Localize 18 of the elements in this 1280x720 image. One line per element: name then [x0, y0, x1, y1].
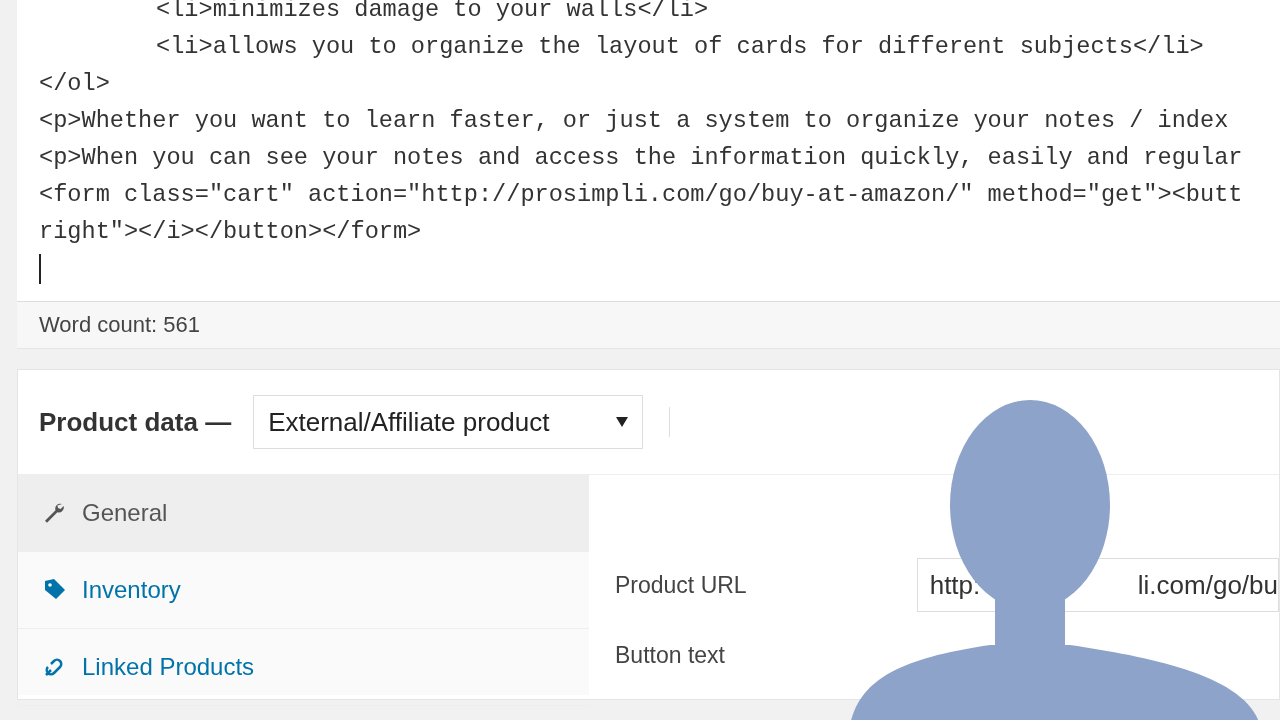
sidebar-tab[interactable]: General — [18, 475, 589, 552]
code-line: <p>Whether you want to learn faster, or just a system to organize your notes / index — [39, 106, 1229, 136]
product-type-select[interactable]: External/Affiliate product — [253, 395, 644, 449]
tag-icon — [42, 578, 66, 602]
code-line: <p>When you can see your notes and access the information quickly, easily and regular — [39, 143, 1243, 173]
word-count: Word count: 561 — [39, 312, 201, 337]
sidebar-tab[interactable]: Linked Products — [18, 629, 589, 706]
wrench-icon — [42, 501, 66, 525]
caret-icon — [616, 417, 629, 427]
sidebar-tab[interactable]: Inventory — [18, 552, 589, 629]
field-label: Button text — [615, 641, 725, 669]
code-line: right"></i></button></form> — [39, 217, 422, 247]
code-line: <li>allows you to organize the layout of cards for different subjects</li> — [155, 32, 1204, 62]
panel-title: Product data — — [39, 406, 232, 438]
field-label: Product URL — [615, 571, 747, 599]
code-line: <form class="cart" action="http://prosimpli.com/go/buy-at-amazon/" method="get"><butt — [39, 180, 1243, 210]
text-cursor — [39, 253, 41, 284]
code-line: </ol> — [39, 69, 110, 99]
